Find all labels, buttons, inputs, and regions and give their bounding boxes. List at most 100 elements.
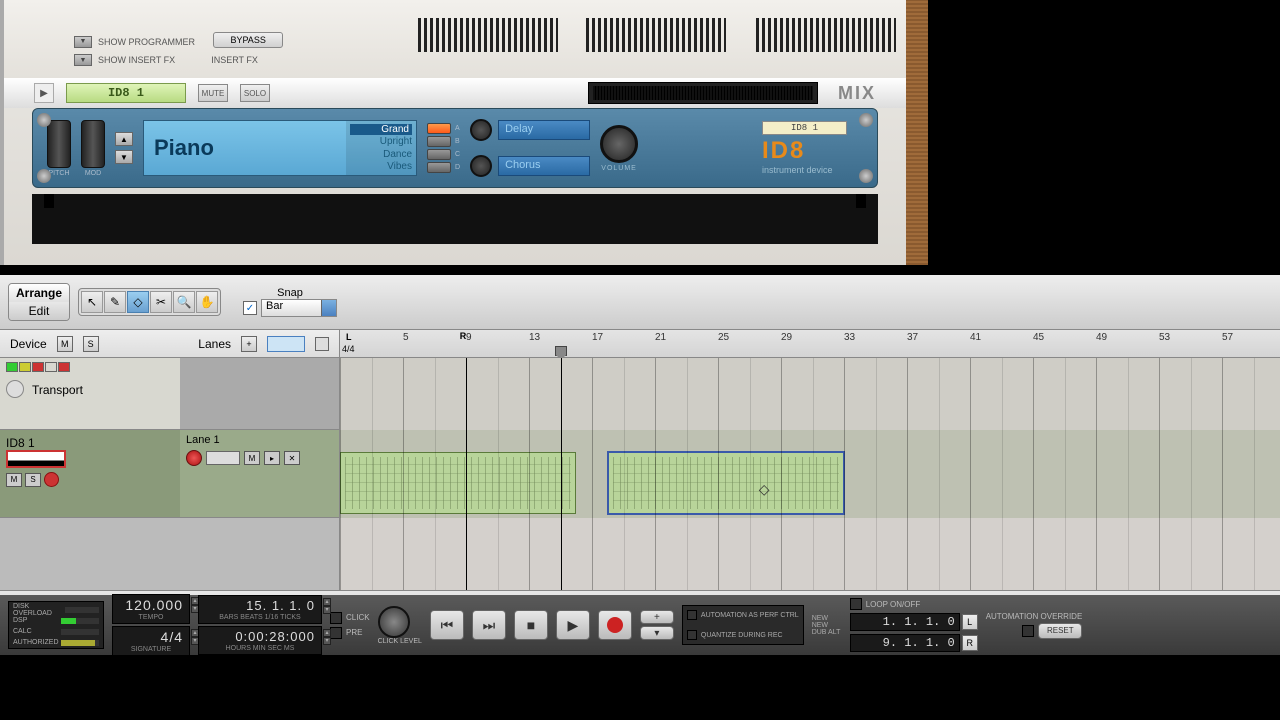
category-item[interactable]: Dance [350,149,412,160]
selection-tool[interactable]: ↖ [81,291,103,313]
lane-mute[interactable]: M [244,451,260,465]
category-item[interactable]: Grand [350,124,412,135]
timeline-ruler[interactable]: L 4/4 59131721252933374145495357R [340,330,1280,357]
rack-grille [756,18,896,52]
insert-fx-label: INSERT FX [211,55,258,65]
new-overdub-button[interactable]: + [640,610,674,624]
add-lane[interactable]: + [241,336,257,352]
auto-override-led [1022,625,1034,637]
clip-area[interactable] [340,358,1280,590]
ruler-bar-number: 57 [1222,332,1233,343]
pre-toggle[interactable] [330,627,342,639]
category-led[interactable] [427,136,451,147]
playhead-handle[interactable] [555,346,567,356]
show-insert-fx-toggle[interactable]: SHOW INSERT FX [74,54,175,66]
lane-view[interactable] [267,336,305,352]
fx2-knob[interactable] [470,155,492,177]
click-toggle[interactable] [330,612,342,624]
pencil-tool[interactable]: ✎ [104,291,126,313]
mute-button[interactable]: MUTE [198,84,228,102]
snap-select[interactable]: Bar [261,299,337,317]
category-item[interactable]: Vibes [350,161,412,172]
loop-l-btn[interactable]: L [962,614,978,630]
eraser-tool[interactable]: ◇ [127,291,149,313]
magnify-tool[interactable]: 🔍 [173,291,195,313]
track-record-arm[interactable] [44,472,59,487]
position-display[interactable]: 15. 1. 1. 0BARS BEATS 1/16 TICKS▴▾ [198,595,322,624]
snap-label: Snap [277,287,303,299]
category-led[interactable] [427,162,451,173]
patch-down-button[interactable]: ▼ [115,150,133,164]
mod-wheel[interactable] [81,120,105,168]
lane-button[interactable]: ▸ [264,451,280,465]
loop-left-flag[interactable]: L [346,332,352,342]
ruler-bar-number: 29 [781,332,792,343]
ruler-bar-number: 17 [592,332,603,343]
lane-record[interactable] [186,450,202,466]
volume-knob[interactable] [600,125,638,163]
loop-toggle[interactable] [850,598,862,610]
playhead-line [561,358,562,590]
reset-button[interactable]: RESET [1038,623,1082,639]
pitch-wheel[interactable] [47,120,71,168]
eraser-cursor [759,481,775,497]
track-solo[interactable]: S [25,473,41,487]
click-level-label: CLICK LEVEL [378,638,422,645]
midi-clip[interactable] [608,452,844,514]
fx2-select[interactable]: Chorus [498,156,590,176]
ruler-bar-number: 33 [844,332,855,343]
keyboard-icon [6,450,66,468]
status-panel: DISK OVERLOAD DSP CALC AUTHORIZED [8,601,104,649]
master-solo[interactable]: S [83,336,99,352]
device-name-field[interactable]: ID8 1 [66,83,186,103]
arrange-tab[interactable]: Arrange [9,284,69,302]
track-name[interactable]: ID8 1 [6,436,35,450]
snap-checkbox[interactable]: ✓ [243,301,257,315]
category-item[interactable]: Upright [350,136,412,147]
tempo-display[interactable]: 120.000TEMPO▴▾ [112,594,190,624]
ruler-bar-number: 25 [718,332,729,343]
bypass-button[interactable]: BYPASS [213,32,282,48]
patch-up-button[interactable]: ▲ [115,132,133,146]
id8-device: PITCH MOD ▲ ▼ Piano Grand Upright Dance … [32,108,878,188]
record-button[interactable] [598,610,632,640]
loop-line [466,358,467,590]
lane-dropdown[interactable] [206,451,240,465]
show-programmer-toggle[interactable]: SHOW PROGRAMMER [74,36,195,48]
fx1-select[interactable]: Delay [498,120,590,140]
quantize-rec-toggle[interactable] [687,630,697,640]
track-name[interactable]: Transport [32,383,83,397]
midi-clip[interactable] [340,452,576,514]
signature-display[interactable]: 4/4SIGNATURE▴▾ [112,626,190,656]
loop-left-display[interactable]: 1. 1. 1. 0 [850,613,960,631]
fx1-knob[interactable] [470,119,492,141]
time-display[interactable]: 0:00:28:000HOURS MIN SEC MS▴▾ [198,626,322,655]
rack-play-button[interactable] [34,83,54,103]
loop-right-display[interactable]: 9. 1. 1. 0 [850,634,960,652]
new-alt-button[interactable]: ▾ [640,626,674,640]
edit-tab[interactable]: Edit [9,302,69,320]
patch-name: Piano [144,121,346,175]
loop-right-flag[interactable]: R [460,331,467,341]
category-led[interactable] [427,149,451,160]
play-button[interactable]: ▶ [556,610,590,640]
fastfwd-button[interactable]: ⏭ [472,610,506,640]
click-level-knob[interactable] [378,606,410,638]
track-mute[interactable]: M [6,473,22,487]
device-label-strip[interactable]: ID8 1 [762,121,847,135]
ruler-bar-number: 41 [970,332,981,343]
auto-perf-toggle[interactable] [687,610,697,620]
lane-toggle[interactable] [315,337,329,351]
razor-tool[interactable]: ✂ [150,291,172,313]
rewind-button[interactable]: ⏮ [430,610,464,640]
loop-r-btn[interactable]: R [962,635,978,651]
solo-button[interactable]: SOLO [240,84,270,102]
category-led[interactable] [427,123,451,134]
patch-display[interactable]: Piano Grand Upright Dance Vibes [143,120,417,176]
stop-button[interactable]: ■ [514,610,548,640]
lane-delete[interactable]: ✕ [284,451,300,465]
hand-tool[interactable]: ✋ [196,291,218,313]
lane-name[interactable]: Lane 1 [186,434,333,446]
id8-subtitle: instrument device [762,165,847,175]
master-mute[interactable]: M [57,336,73,352]
